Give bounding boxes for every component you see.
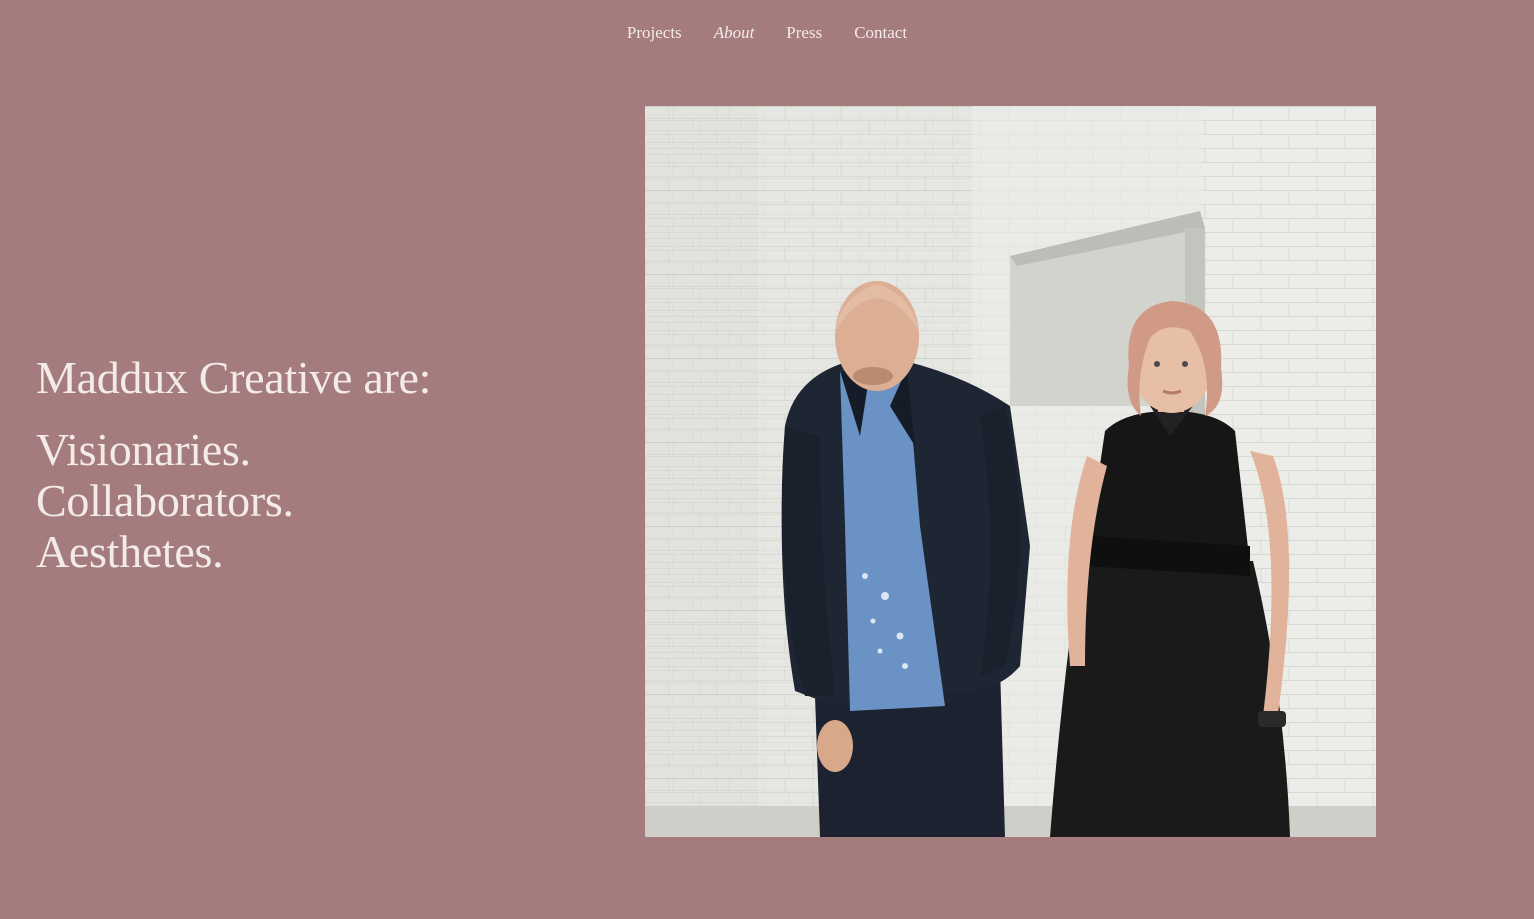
tagline-line: Collaborators. <box>36 475 294 526</box>
nav-link-press[interactable]: Press <box>770 20 838 46</box>
hero-heading: Maddux Creative are: <box>36 352 432 403</box>
main-nav: Projects About Press Contact <box>0 20 1534 46</box>
nav-link-contact[interactable]: Contact <box>838 20 923 46</box>
team-photo-illustration <box>645 106 1376 837</box>
tagline-line: Aesthetes. <box>36 526 224 577</box>
nav-link-about[interactable]: About <box>698 20 771 46</box>
team-photo <box>645 106 1376 837</box>
hero-tagline: Visionaries. Collaborators. Aesthetes. <box>36 424 294 577</box>
nav-link-projects[interactable]: Projects <box>611 20 698 46</box>
tagline-line: Visionaries. <box>36 424 251 475</box>
